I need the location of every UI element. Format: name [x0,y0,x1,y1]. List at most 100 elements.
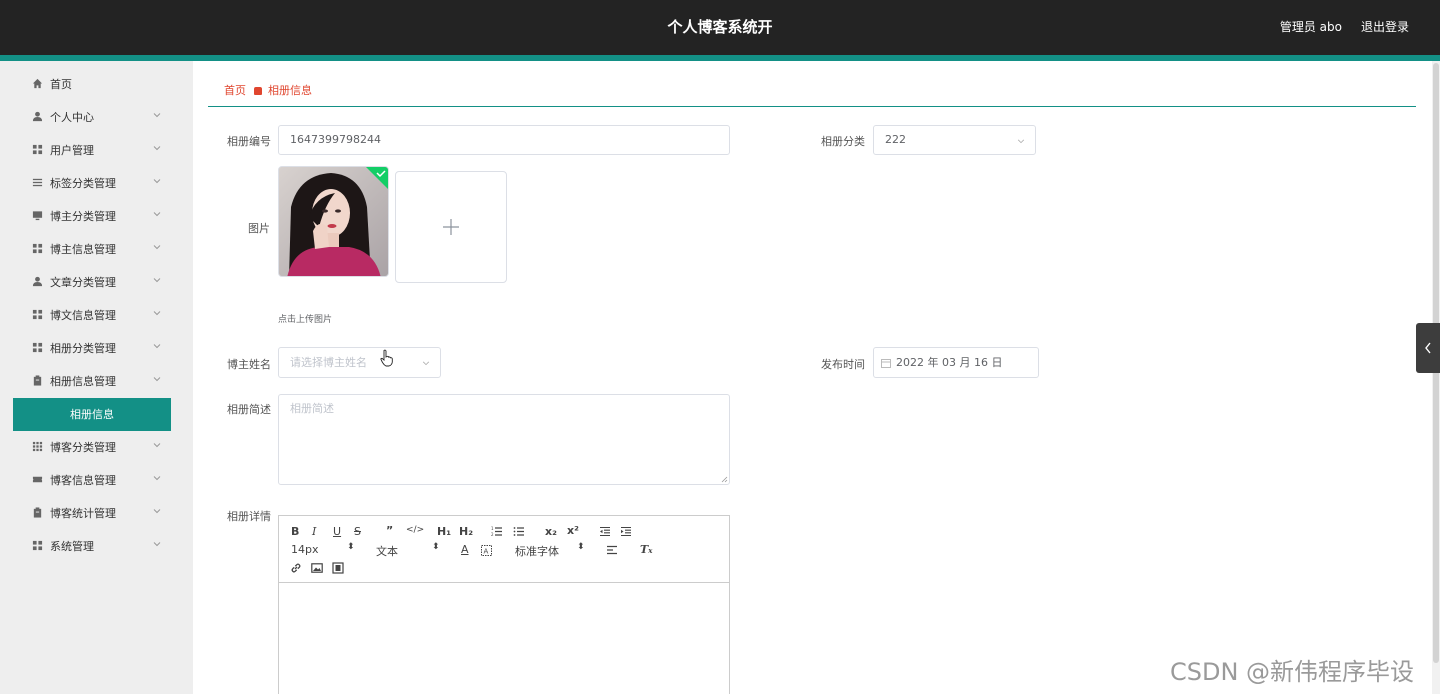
superscript-icon[interactable]: x² [567,524,579,537]
blockquote-icon[interactable]: ” [386,524,393,537]
sidebar-item-label: 用户管理 [50,144,94,157]
top-bar-accent-line [0,55,1440,61]
watermark: CSDN @新伟程序毕设 [1170,658,1415,686]
ticket-icon [32,476,43,483]
clipboard-icon [33,507,42,518]
font-size-value: 14px [291,543,319,556]
monitor-icon [32,211,43,221]
hand-cursor-icon [380,349,393,367]
plus-icon [443,219,459,235]
blogger-name-select[interactable]: 请选择博主姓名 [278,347,441,378]
details-label: 相册详情 [227,510,271,523]
sidebar-item-blogger-info[interactable]: 博主信息管理 [0,232,193,265]
sidebar-item-system-management[interactable]: 系统管理 [0,529,193,562]
indent-icon[interactable] [620,526,632,537]
home-icon [32,78,43,89]
album-category-select[interactable]: 222 [873,125,1036,155]
font-family-select-arrow-icon: ⬍ [577,542,585,552]
chevron-down-icon [153,476,161,481]
code-block-icon[interactable]: </> [406,525,424,535]
sidebar-item-label: 博文信息管理 [50,309,116,322]
breadcrumb-home[interactable]: 首页 [224,84,246,97]
outdent-icon[interactable] [599,526,611,537]
strike-icon[interactable]: S [354,525,361,538]
publish-time-value: 2022 年 03 月 16 日 [896,356,1003,369]
sidebar-item-label: 博主信息管理 [50,243,116,256]
chevron-down-icon [153,542,161,547]
publish-time-datepicker[interactable]: 2022 年 03 月 16 日 [873,347,1039,378]
video-icon[interactable] [332,562,344,574]
sidebar-item-label: 相册信息管理 [50,375,116,388]
font-family-select[interactable]: 标准字体 [515,543,559,559]
rich-text-editor[interactable]: B I U S ” </> H₁ H₂ 12 x₂ x² 14px ⬍ 文本 ⬍… [278,515,730,694]
publish-time-label: 发布时间 [821,358,865,371]
italic-icon[interactable]: I [312,525,316,538]
grid-icon [32,309,43,320]
apps-icon [32,441,43,452]
resize-handle-icon[interactable] [721,476,728,483]
sidebar-item-album-category[interactable]: 相册分类管理 [0,331,193,364]
sidebar-item-tag-category[interactable]: 标签分类管理 [0,166,193,199]
ordered-list-icon[interactable]: 12 [491,526,503,537]
sidebar-item-blogger-category[interactable]: 博主分类管理 [0,199,193,232]
bold-icon[interactable]: B [291,525,299,538]
header1-icon[interactable]: H₁ [437,525,451,538]
sidebar-item-blog-category[interactable]: 博客分类管理 [0,430,193,463]
sidebar-item-label: 首页 [50,78,72,91]
header-select[interactable]: 文本 [376,543,398,559]
description-placeholder: 相册简述 [290,402,334,415]
sidebar-item-blog-statistics[interactable]: 博客统计管理 [0,496,193,529]
chevron-down-icon [422,361,430,366]
description-textarea[interactable]: 相册简述 [278,394,730,485]
font-size-select-arrow-icon: ⬍ [347,542,355,552]
link-icon[interactable] [290,562,302,574]
side-panel-toggle-button[interactable] [1416,323,1440,373]
description-label: 相册简述 [227,403,271,416]
svg-text:A: A [484,548,489,556]
image-upload-button[interactable] [395,171,507,283]
align-icon[interactable] [606,545,618,555]
sidebar-item-label: 博客统计管理 [50,507,116,520]
bullet-list-icon[interactable] [513,526,525,537]
chevron-down-icon [153,311,161,316]
album-category-label: 相册分类 [821,135,865,148]
sidebar-item-blog-info[interactable]: 博客信息管理 [0,463,193,496]
sidebar-item-post-info[interactable]: 博文信息管理 [0,298,193,331]
font-size-select[interactable]: 14px [291,543,319,556]
sidebar-item-label: 系统管理 [50,540,94,553]
sidebar-item-personal-center[interactable]: 个人中心 [0,100,193,133]
background-color-icon[interactable]: A [481,545,492,556]
sidebar-subitem-album-info[interactable]: 相册信息 [13,398,171,431]
uploaded-image-thumbnail[interactable] [278,166,389,277]
sidebar-item-article-category[interactable]: 文章分类管理 [0,265,193,298]
breadcrumb-current: 相册信息 [268,84,312,97]
chevron-down-icon [153,146,161,151]
sidebar-item-label: 博主分类管理 [50,210,116,223]
sidebar-item-label: 博客信息管理 [50,474,116,487]
chevron-left-icon [1425,342,1431,354]
chevron-down-icon [153,179,161,184]
chevron-down-icon [153,113,161,118]
sidebar-item-label: 个人中心 [50,111,94,124]
album-no-label: 相册编号 [227,135,271,148]
grid-icon [32,540,43,551]
font-color-icon[interactable]: A [461,543,469,556]
sidebar-item-home[interactable]: 首页 [0,67,193,100]
chevron-down-icon [153,377,161,382]
header2-icon[interactable]: H₂ [459,525,473,538]
sidebar: 首页 个人中心 用户管理 标签分类管理 博主分类管理 博主信息管理 文章分类管理… [0,61,193,694]
sidebar-item-label: 标签分类管理 [50,177,116,190]
chevron-down-icon [1017,139,1025,144]
upload-success-check-icon [366,167,388,189]
image-icon[interactable] [311,562,323,574]
grid-icon [32,342,43,353]
subscript-icon[interactable]: x₂ [545,525,557,538]
clear-format-icon[interactable]: Tx [640,543,652,556]
sidebar-item-album-info[interactable]: 相册信息管理 [0,364,193,397]
album-no-input[interactable]: 1647399798244 [278,125,730,155]
underline-icon[interactable]: U [333,525,341,538]
logout-link[interactable]: 退出登录 [1361,18,1409,35]
header-select-arrow-icon: ⬍ [432,542,440,552]
image-label: 图片 [248,222,270,235]
sidebar-item-user-management[interactable]: 用户管理 [0,133,193,166]
